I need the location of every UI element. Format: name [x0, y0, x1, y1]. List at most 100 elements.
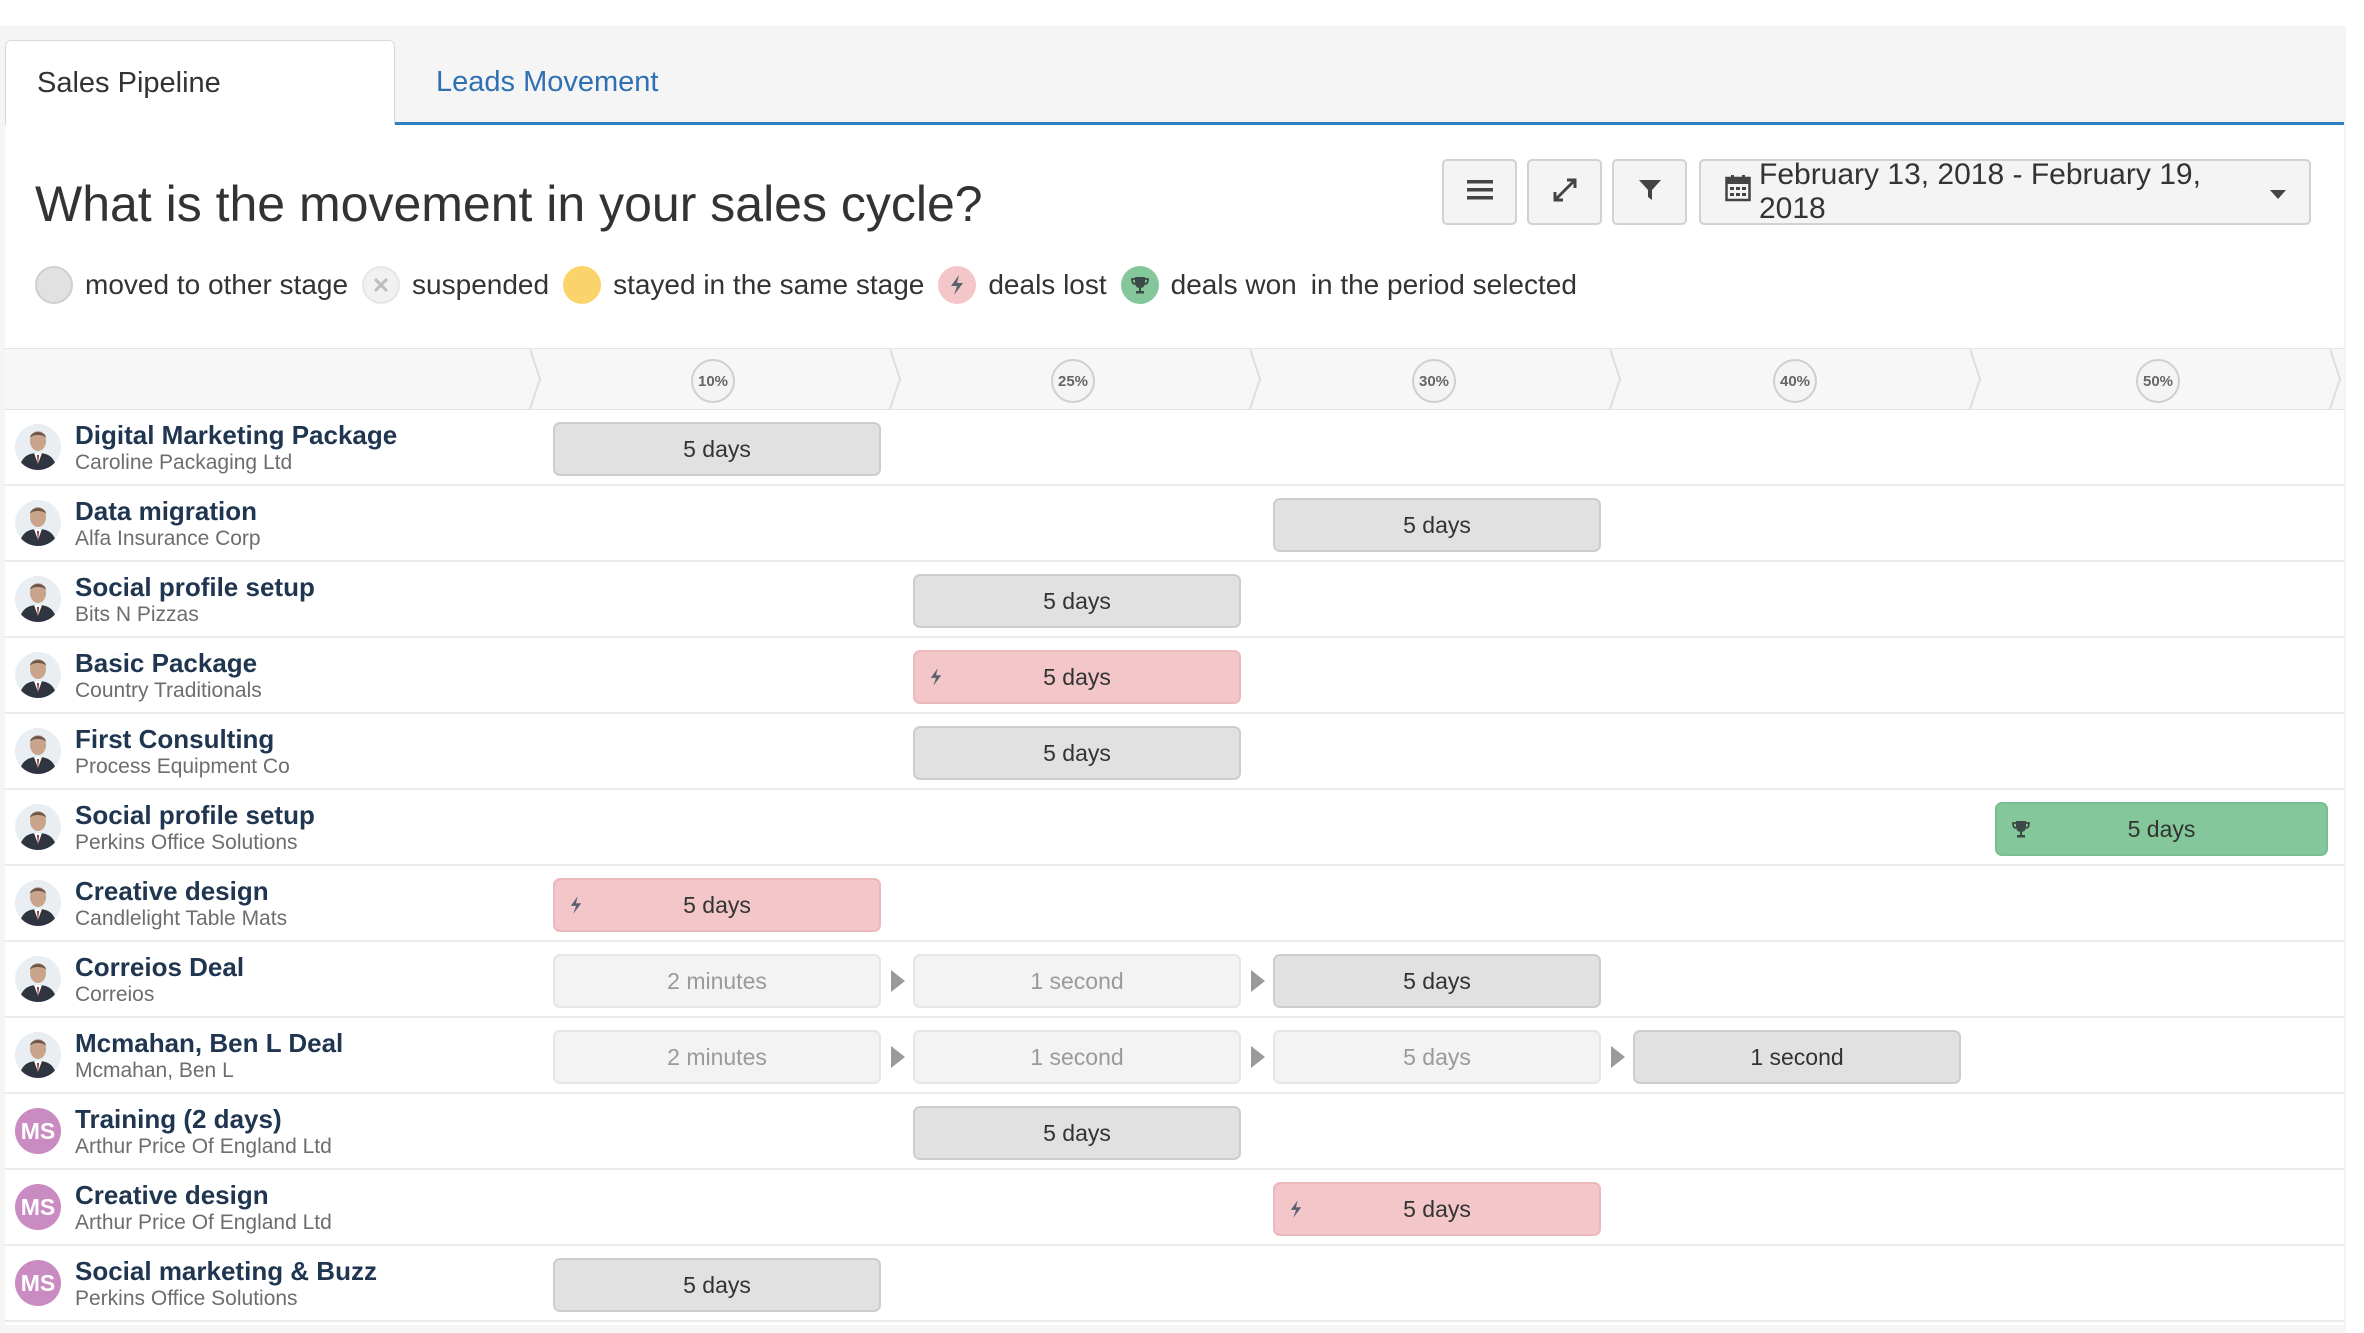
deal-company: Perkins Office Solutions	[75, 1287, 298, 1310]
legend-moved-label: moved to other stage	[85, 269, 349, 300]
deal-name-link[interactable]: Digital Marketing Package	[75, 420, 397, 451]
deal-name-link[interactable]: Correios Deal	[75, 952, 244, 983]
deal-company: Correios	[75, 983, 155, 1006]
deal-company: Candlelight Table Mats	[75, 907, 288, 930]
trophy-icon	[2011, 818, 2031, 845]
suspended-x-icon	[362, 266, 401, 304]
stage-duration-bar-faded[interactable]: 5 days	[1273, 1030, 1601, 1084]
stage-duration-bar-faded[interactable]: 2 minutes	[553, 954, 881, 1008]
legend-lost: deals lost	[938, 266, 1107, 304]
tab-leads-movement[interactable]: Leads Movement	[405, 40, 689, 125]
menu-button[interactable]	[1442, 159, 1517, 225]
play-arrow-icon	[1611, 1046, 1625, 1068]
stage-duration-bar-moved[interactable]: 1 second	[1633, 1030, 1961, 1084]
deal-name-link[interactable]: Social profile setup	[75, 800, 315, 831]
legend-suspended: suspended	[362, 266, 549, 304]
legend-won: deals won	[1120, 266, 1297, 304]
duration-label: 1 second	[1750, 1043, 1844, 1070]
tab-sales-pipeline-movement[interactable]: Sales Pipeline Movement	[5, 40, 395, 184]
stage-duration-bar-lost[interactable]: 5 days	[553, 878, 881, 932]
deal-name-link[interactable]: Social marketing & Buzz	[75, 1256, 377, 1287]
hamburger-icon	[1466, 179, 1493, 206]
duration-label: 5 days	[1043, 739, 1111, 766]
duration-label: 5 days	[1403, 1195, 1471, 1222]
table-row[interactable]: Data migration Alfa Insurance Corp 5 days	[5, 486, 2344, 562]
deal-name-link[interactable]: Basic Package	[75, 648, 257, 679]
stage-duration-bar-moved[interactable]: 5 days	[553, 422, 881, 476]
stage-10: 10%	[691, 359, 735, 403]
table-row[interactable]: Basic Package Country Traditionals 5 days	[5, 638, 2344, 714]
date-range-label: February 13, 2018 - February 19, 2018	[1759, 158, 2201, 225]
deal-company: Caroline Packaging Ltd	[75, 451, 293, 474]
deal-rows: Digital Marketing Package Caroline Packag…	[5, 410, 2344, 1322]
calendar-icon	[1725, 174, 1751, 210]
avatar	[15, 500, 61, 546]
legend-stayed: stayed in the same stage	[563, 266, 924, 304]
deal-name-link[interactable]: Creative design	[75, 876, 269, 907]
legend-suffix: in the period selected	[1311, 269, 1577, 301]
duration-label: 5 days	[683, 1271, 751, 1298]
filter-icon	[1638, 178, 1662, 207]
lightning-icon	[569, 893, 583, 920]
table-row[interactable]: Correios Deal Correios 2 minutes 1 second 5 …	[5, 942, 2344, 1018]
stage-duration-bar-moved[interactable]: 5 days	[553, 1258, 881, 1312]
stage-duration-bar-moved[interactable]: 5 days	[1273, 498, 1601, 552]
stage-duration-bar-lost[interactable]: 5 days	[1273, 1182, 1601, 1236]
duration-label: 5 days	[1403, 511, 1471, 538]
legend-stayed-label: stayed in the same stage	[613, 269, 925, 300]
deal-company: Perkins Office Solutions	[75, 831, 298, 854]
duration-label: 1 second	[1030, 967, 1124, 994]
duration-label: 2 minutes	[667, 1043, 767, 1070]
duration-label: 5 days	[683, 435, 751, 462]
stage-duration-bar-faded[interactable]: 1 second	[913, 1030, 1241, 1084]
table-row[interactable]: MS Training (2 days) Arthur Price Of Engla…	[5, 1094, 2344, 1170]
deal-company: Alfa Insurance Corp	[75, 527, 261, 550]
stage-duration-bar-moved[interactable]: 5 days	[913, 1106, 1241, 1160]
lightning-icon	[938, 266, 977, 304]
deal-name-link[interactable]: Social profile setup	[75, 572, 315, 603]
table-row[interactable]: Social profile setup Bits N Pizzas 5 days	[5, 562, 2344, 638]
deal-name-link[interactable]: First Consulting	[75, 724, 274, 755]
deal-name-link[interactable]: Data migration	[75, 496, 257, 527]
date-range-picker[interactable]: February 13, 2018 - February 19, 2018	[1699, 158, 2311, 225]
avatar: MS	[15, 1260, 61, 1306]
avatar	[15, 424, 61, 470]
chevron-down-icon	[2269, 175, 2287, 209]
tab-bar: Sales Pipeline Movement Leads Movement	[5, 40, 2344, 184]
stage-duration-bar-moved[interactable]: 5 days	[913, 574, 1241, 628]
expand-button[interactable]	[1527, 159, 1602, 225]
avatar: MS	[15, 1184, 61, 1230]
duration-label: 5 days	[1043, 587, 1111, 614]
table-row[interactable]: Social profile setup Perkins Office Solut…	[5, 790, 2344, 866]
play-arrow-icon	[891, 970, 905, 992]
table-row[interactable]: MS Social marketing & Buzz Perkins Office …	[5, 1246, 2344, 1322]
stage-duration-bar-faded[interactable]: 2 minutes	[553, 1030, 881, 1084]
table-row[interactable]: Digital Marketing Package Caroline Packag…	[5, 410, 2344, 486]
legend: moved to other stage suspended stayed in…	[35, 265, 1591, 305]
legend-suspended-label: suspended	[412, 269, 550, 300]
deal-name-link[interactable]: Mcmahan, Ben L Deal	[75, 1028, 343, 1059]
table-row[interactable]: Mcmahan, Ben L Deal Mcmahan, Ben L 2 minut…	[5, 1018, 2344, 1094]
table-row[interactable]: Creative design Candlelight Table Mats 5 d…	[5, 866, 2344, 942]
table-row[interactable]: First Consulting Process Equipment Co 5 da…	[5, 714, 2344, 790]
stage-duration-bar-lost[interactable]: 5 days	[913, 650, 1241, 704]
stage-50: 50%	[2136, 359, 2180, 403]
legend-won-label: deals won	[1170, 269, 1297, 300]
stage-duration-bar-won[interactable]: 5 days	[1995, 802, 2328, 856]
expand-icon	[1552, 177, 1578, 208]
stage-25: 25%	[1051, 359, 1095, 403]
stage-duration-bar-moved[interactable]: 5 days	[913, 726, 1241, 780]
table-row[interactable]: MS Creative design Arthur Price Of England…	[5, 1170, 2344, 1246]
stage-duration-bar-moved[interactable]: 5 days	[1273, 954, 1601, 1008]
movement-panel: What is the movement in your sales cycle…	[5, 125, 2344, 1325]
avatar: MS	[15, 1108, 61, 1154]
stage-30: 30%	[1412, 359, 1456, 403]
filter-button[interactable]	[1612, 159, 1687, 225]
play-arrow-icon	[1251, 1046, 1265, 1068]
deal-company: Bits N Pizzas	[75, 603, 199, 626]
stage-duration-bar-faded[interactable]: 1 second	[913, 954, 1241, 1008]
deal-name-link[interactable]: Training (2 days)	[75, 1104, 282, 1135]
deal-name-link[interactable]: Creative design	[75, 1180, 269, 1211]
lightning-icon	[929, 665, 943, 692]
legend-suffix-label: in the period selected	[1310, 269, 1577, 300]
